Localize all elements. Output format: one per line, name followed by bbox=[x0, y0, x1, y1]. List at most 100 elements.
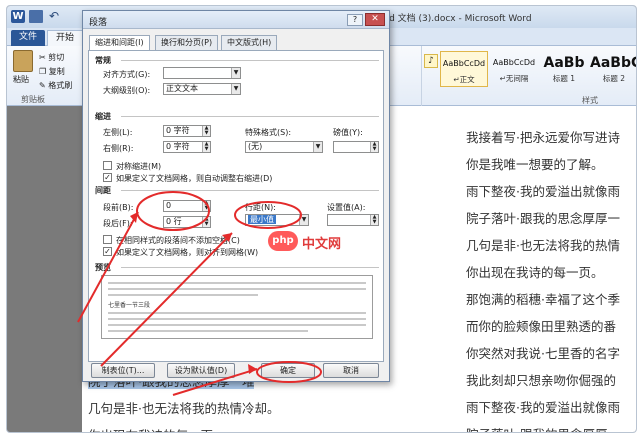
tab-line-page-breaks[interactable]: 换行和分页(P) bbox=[155, 35, 219, 50]
doc-line: 几句是非·也无法将我的热情冷却。 bbox=[88, 401, 280, 416]
paragraph-preview: 七里香一节三段 bbox=[101, 275, 373, 339]
no-space-same-style-label: 在相同样式的段落间不添加空格(C) bbox=[116, 236, 240, 245]
mirror-indent-checkbox[interactable] bbox=[103, 161, 112, 170]
indent-left-label: 左侧(L): bbox=[103, 128, 133, 137]
style-name: ↵正文 bbox=[453, 75, 475, 84]
indent-left-stepper[interactable]: 0 字符 ▲ ▼ bbox=[163, 125, 211, 137]
preview-line bbox=[108, 324, 366, 326]
alignment-select[interactable]: ▼ bbox=[163, 67, 241, 79]
copy-label: 复制 bbox=[48, 67, 65, 76]
spacing-heading: 间距 bbox=[95, 186, 111, 195]
doc-line: 你出现在我诗的每一页 bbox=[88, 422, 348, 432]
snap-to-grid-checkbox[interactable]: ✓ bbox=[103, 247, 112, 256]
tabs-button[interactable]: 制表位(T)... bbox=[91, 363, 155, 378]
cut-button[interactable]: ✂ 剪切 bbox=[39, 52, 64, 63]
php-watermark-text: 中文网 bbox=[302, 237, 342, 252]
dialog-title-bar[interactable]: 段落 ? ✕ bbox=[83, 11, 389, 29]
general-heading: 常规 bbox=[95, 56, 111, 65]
doc-line: 雨下整夜·我的爱溢出就像雨 bbox=[466, 400, 620, 415]
doc-line: 院子落叶·跟我的思念厚厚一 bbox=[466, 211, 620, 226]
word-logo-icon: W bbox=[11, 10, 25, 23]
style-preview: AaBbCcDd bbox=[442, 59, 486, 68]
save-icon[interactable] bbox=[29, 10, 43, 23]
spin-arrows-icon[interactable]: ▲ ▼ bbox=[202, 201, 210, 211]
spacing-after-value: 0 行 bbox=[166, 217, 182, 226]
scissors-icon: ✂ bbox=[39, 53, 49, 62]
doc-line: 而你的脸颊像田里熟透的番 bbox=[466, 319, 617, 334]
spacing-before-label: 段前(B): bbox=[103, 203, 134, 212]
spin-arrows-icon[interactable]: ▲ ▼ bbox=[202, 217, 210, 227]
cut-label: 剪切 bbox=[48, 53, 65, 62]
undo-icon[interactable]: ↶ bbox=[47, 10, 61, 23]
indent-by-stepper[interactable]: ▲ ▼ bbox=[333, 141, 379, 153]
line-spacing-label: 行距(N): bbox=[245, 203, 276, 212]
style-no-spacing[interactable]: AaBbCcDd ↵无间隔 bbox=[490, 51, 538, 87]
line-spacing-select[interactable]: 最小值 ▼ bbox=[245, 214, 309, 226]
ok-button[interactable]: 确定 bbox=[261, 363, 315, 378]
format-painter-label: 格式刷 bbox=[48, 81, 73, 90]
indent-heading: 缩进 bbox=[95, 112, 111, 121]
spacing-at-stepper[interactable]: ▲ ▼ bbox=[327, 214, 379, 226]
cancel-button[interactable]: 取消 bbox=[323, 363, 379, 378]
tab-file[interactable]: 文件 bbox=[11, 30, 46, 46]
tab-home[interactable]: 开始 bbox=[47, 30, 84, 46]
doc-line: 你突然对我说·七里香的名字 bbox=[466, 346, 620, 361]
outline-level-select[interactable]: 正文文本 ▼ bbox=[163, 83, 241, 95]
php-cn-watermark: php 中文网 bbox=[268, 231, 360, 255]
style-name: ↵无间隔 bbox=[499, 74, 529, 83]
style-scroll-icon[interactable]: ♪ bbox=[424, 54, 438, 68]
chevron-down-icon: ▼ bbox=[231, 84, 240, 94]
auto-right-indent-checkbox[interactable]: ✓ bbox=[103, 173, 112, 182]
spacing-before-stepper[interactable]: 0 ▲ ▼ bbox=[163, 200, 211, 212]
indent-right-label: 右侧(R): bbox=[103, 144, 134, 153]
snap-to-grid-label: 如果定义了文档网格，则对齐到网格(W) bbox=[116, 248, 259, 257]
paste-icon[interactable] bbox=[13, 50, 33, 72]
styles-group-label: 样式 bbox=[582, 96, 598, 105]
spin-arrows-icon[interactable]: ▲ ▼ bbox=[202, 142, 210, 152]
divider bbox=[121, 190, 379, 191]
line-spacing-value: 最小值 bbox=[248, 215, 276, 224]
spacing-before-value: 0 bbox=[166, 201, 172, 210]
tab-asian-typography[interactable]: 中文版式(H) bbox=[221, 35, 278, 50]
spin-arrows-icon[interactable]: ▲ ▼ bbox=[370, 142, 378, 152]
special-indent-value: (无) bbox=[248, 142, 263, 151]
close-icon[interactable]: ✕ bbox=[365, 13, 385, 26]
preview-sample-text: 七里香一节三段 bbox=[108, 302, 151, 309]
style-heading-2[interactable]: AaBbC 标题 2 bbox=[590, 51, 636, 87]
doc-line: 你是我唯一想要的了解。 bbox=[466, 157, 604, 172]
doc-line: 那饱满的稻穗·幸福了这个季 bbox=[466, 292, 620, 307]
copy-button[interactable]: ❐ 复制 bbox=[39, 66, 65, 77]
indent-right-stepper[interactable]: 0 字符 ▲ ▼ bbox=[163, 141, 211, 153]
chevron-down-icon: ▼ bbox=[299, 215, 308, 225]
preview-heading: 预览 bbox=[95, 263, 111, 272]
no-space-same-style-checkbox[interactable] bbox=[103, 235, 112, 244]
preview-line bbox=[108, 282, 366, 284]
special-indent-select[interactable]: (无) ▼ bbox=[245, 141, 323, 153]
preview-line bbox=[108, 288, 366, 290]
help-icon[interactable]: ? bbox=[347, 14, 363, 26]
format-painter-button[interactable]: ✎ 格式刷 bbox=[39, 80, 72, 91]
dialog-body: 常规 对齐方式(G): ▼ 大纲级别(O): 正文文本 ▼ 缩进 左侧(L): 0… bbox=[88, 50, 384, 362]
doc-line: 我接着写·把永远爱你写进诗 bbox=[466, 130, 620, 145]
style-normal[interactable]: AaBbCcDd ↵正文 bbox=[440, 51, 488, 87]
paste-button-label[interactable]: 粘贴 bbox=[13, 74, 29, 85]
spin-arrows-icon[interactable]: ▲ ▼ bbox=[202, 126, 210, 136]
set-default-button[interactable]: 设为默认值(D) bbox=[167, 363, 235, 378]
spin-arrows-icon[interactable]: ▲ ▼ bbox=[370, 215, 378, 225]
paragraph-dialog: 段落 ? ✕ 缩进和间距(I) 换行和分页(P) 中文版式(H) 常规 对齐方式… bbox=[82, 10, 390, 382]
php-logo-icon: php bbox=[268, 231, 298, 251]
spacing-after-stepper[interactable]: 0 行 ▲ ▼ bbox=[163, 216, 211, 228]
spacing-after-label: 段后(F): bbox=[103, 219, 133, 228]
chevron-down-icon: ▼ bbox=[231, 68, 240, 78]
outline-level-label: 大纲级别(O): bbox=[103, 86, 151, 95]
indent-left-value: 0 字符 bbox=[166, 126, 190, 135]
clipboard-group: 粘贴 ✂ 剪切 ❐ 复制 ✎ 格式刷 剪贴板 bbox=[7, 46, 87, 106]
style-heading-1[interactable]: AaBb 标题 1 bbox=[540, 51, 588, 87]
style-preview: AaBbCcDd bbox=[492, 58, 536, 67]
preview-line bbox=[108, 294, 258, 296]
spacing-at-label: 设置值(A): bbox=[327, 203, 366, 212]
doc-line: 雨下整夜·我的爱溢出就像雨 bbox=[466, 184, 620, 199]
outline-level-value: 正文文本 bbox=[166, 84, 198, 93]
indent-by-label: 磅值(Y): bbox=[333, 128, 363, 137]
tab-indents-spacing[interactable]: 缩进和间距(I) bbox=[89, 35, 150, 51]
